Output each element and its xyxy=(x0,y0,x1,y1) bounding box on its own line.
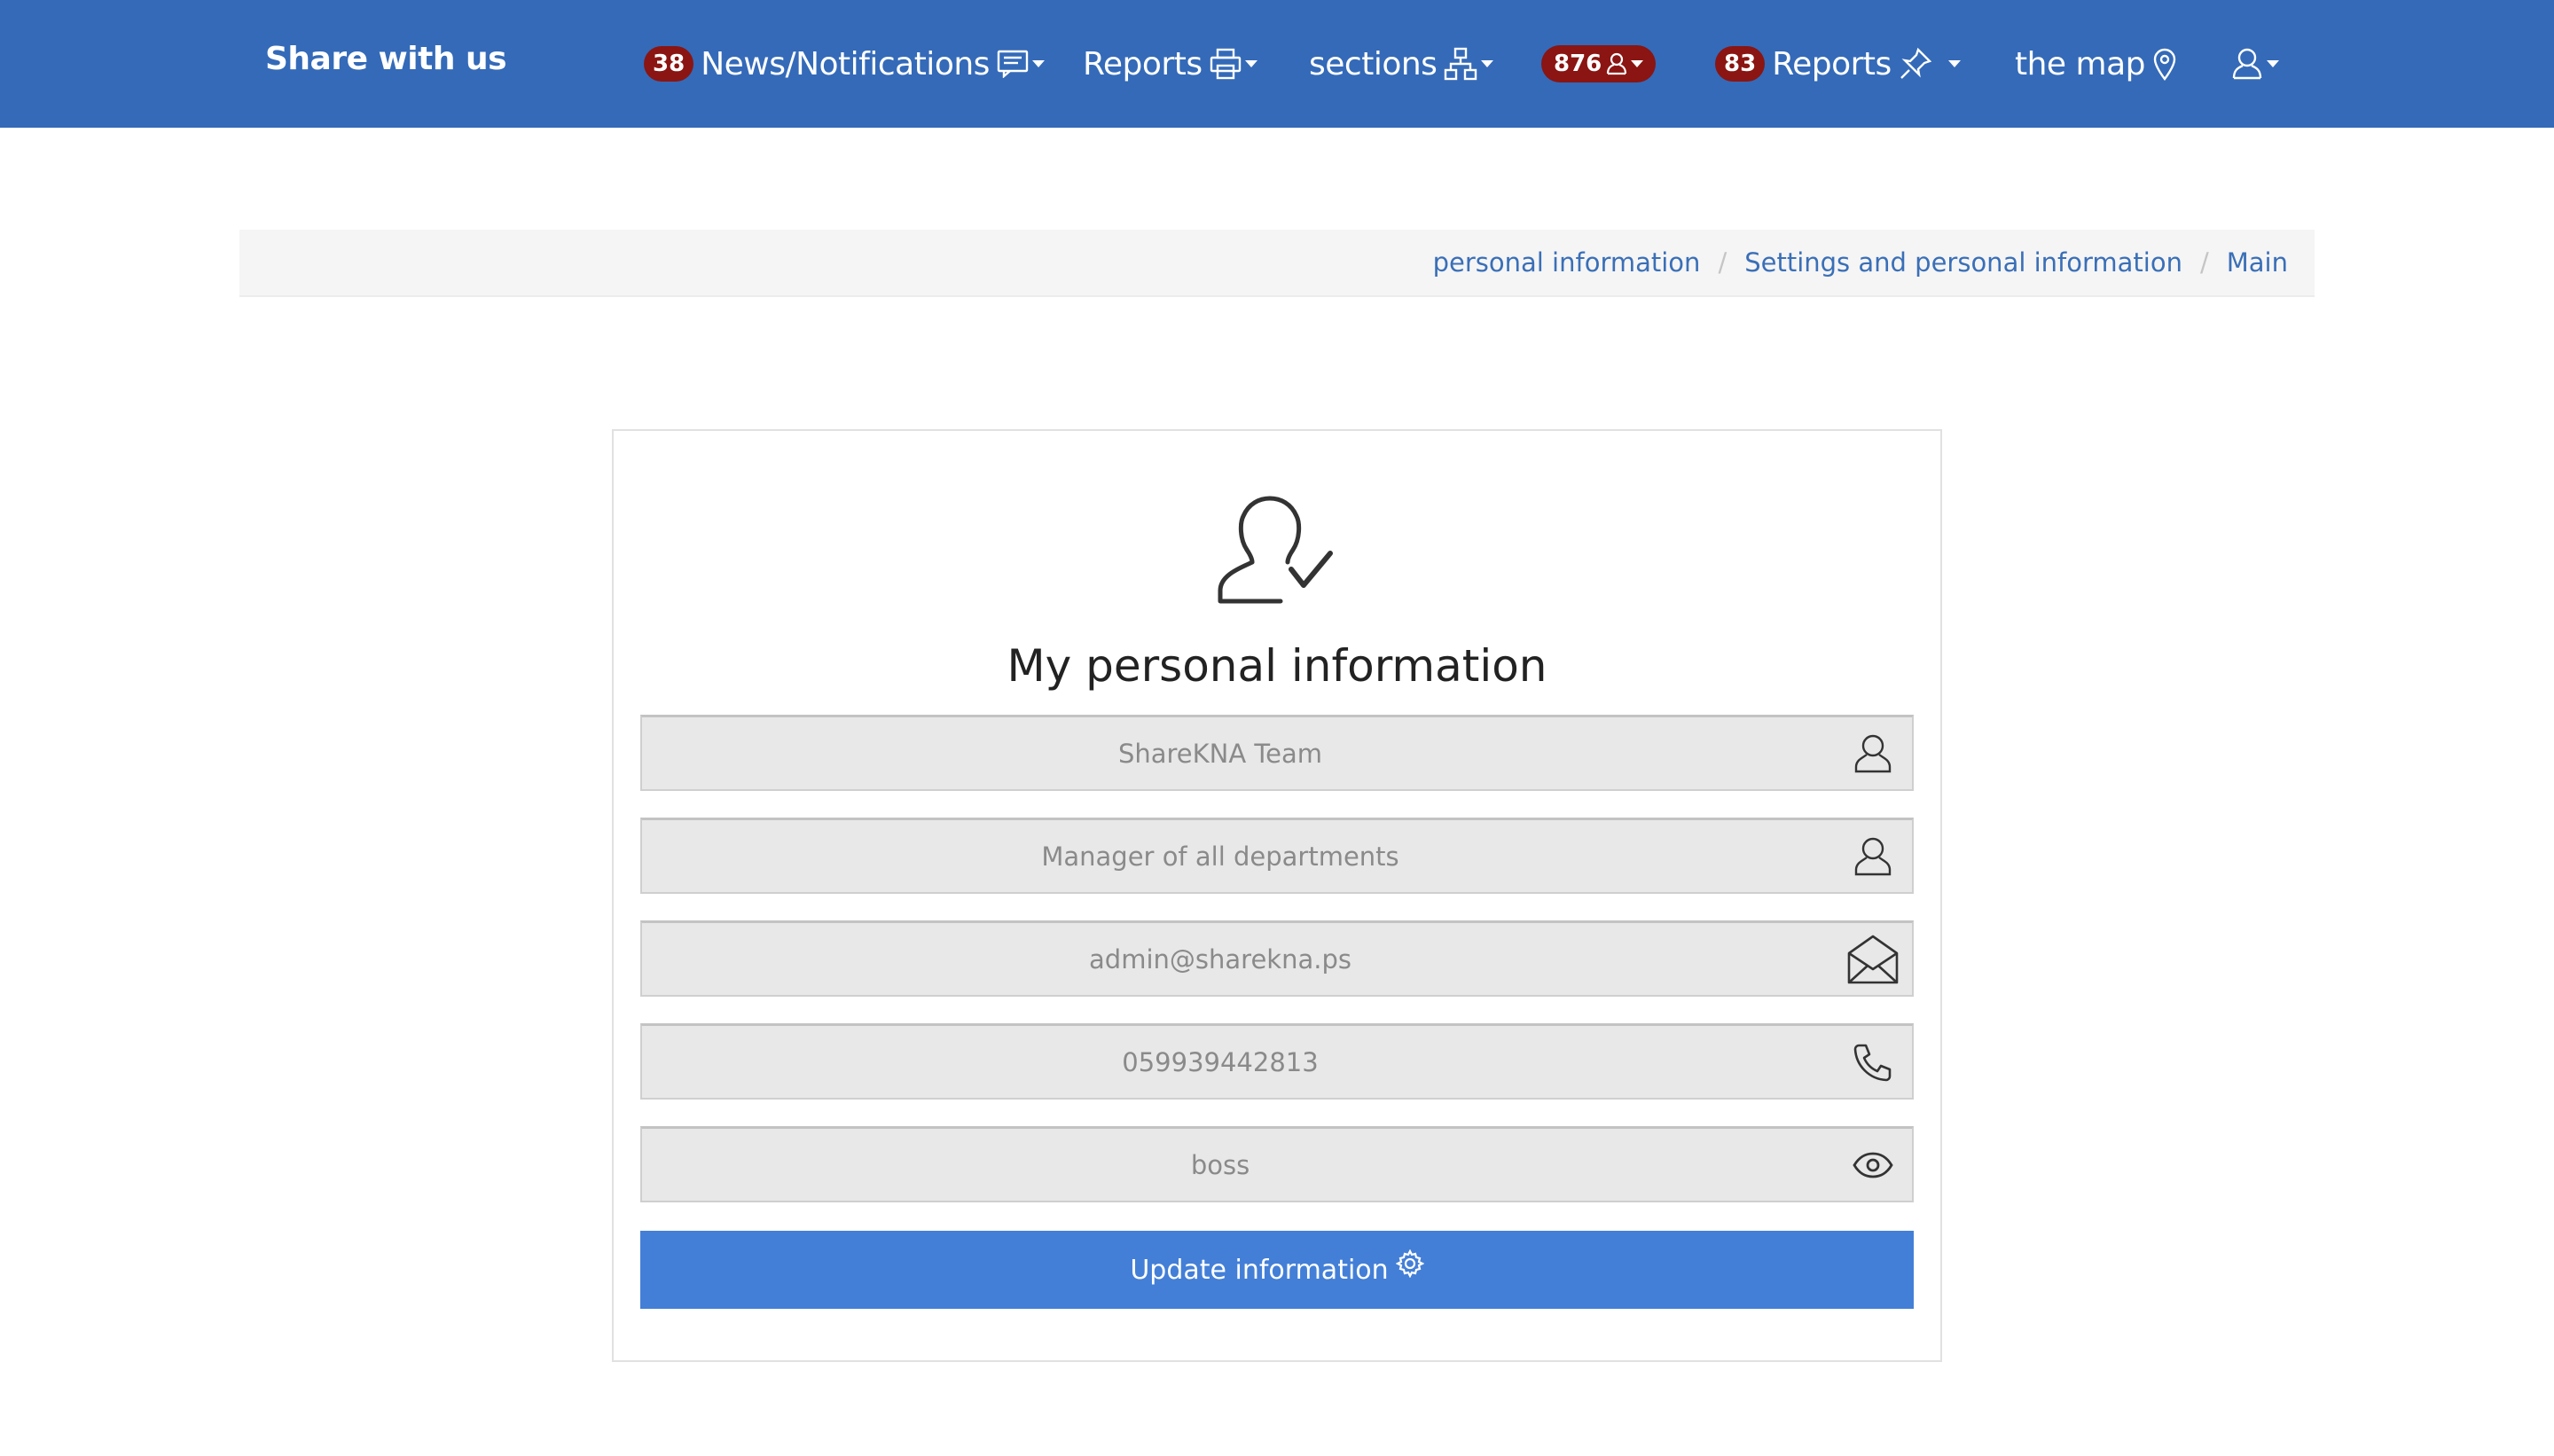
reports-count-badge: 83 xyxy=(1715,46,1766,82)
nav-sections[interactable]: sections xyxy=(1309,0,1494,128)
phone-input[interactable] xyxy=(642,1026,1912,1098)
gear-icon xyxy=(1395,1249,1424,1278)
nav-news-label: News/Notifications xyxy=(701,45,990,82)
phone-icon xyxy=(1845,1026,1901,1098)
nav-sections-label: sections xyxy=(1309,45,1438,82)
job-title-input[interactable] xyxy=(642,820,1912,892)
nav-news-notifications[interactable]: 38 News/Notifications xyxy=(644,0,1045,128)
breadcrumb-separator: / xyxy=(1718,247,1727,278)
job-title-field-wrapper xyxy=(640,818,1914,894)
chevron-down-icon xyxy=(1631,60,1644,67)
nav-account-menu[interactable] xyxy=(2231,0,2279,128)
breadcrumb-main[interactable]: Main xyxy=(2227,247,2288,278)
nav-reports-pin-label: Reports xyxy=(1772,45,1892,82)
user-icon xyxy=(1607,52,1627,75)
user-check-icon xyxy=(1217,493,1337,608)
chevron-down-icon xyxy=(1031,60,1045,67)
brand-title[interactable]: Share with us xyxy=(265,41,507,77)
nav-reports-pin[interactable]: 83 Reports xyxy=(1715,0,1961,128)
personal-info-card: My personal information Update informati… xyxy=(612,429,1942,1362)
users-count-badge: 876 xyxy=(1541,45,1657,82)
email-field-wrapper xyxy=(640,920,1914,997)
top-navbar: Share with us 38 News/Notifications Repo… xyxy=(0,0,2554,128)
update-information-button[interactable]: Update information xyxy=(640,1231,1914,1309)
breadcrumb: personal information / Settings and pers… xyxy=(239,230,2315,297)
envelope-icon xyxy=(1845,923,1901,995)
chevron-down-icon xyxy=(1481,60,1494,67)
nav-reports-print[interactable]: Reports xyxy=(1083,0,1257,128)
user-icon xyxy=(1845,717,1901,789)
user-icon xyxy=(1845,820,1901,892)
breadcrumb-list: personal information / Settings and pers… xyxy=(1433,230,2288,295)
chevron-down-icon xyxy=(2267,60,2279,67)
nav-map-label: the map xyxy=(2015,45,2146,82)
nav-users[interactable]: 876 xyxy=(1541,0,1663,128)
nav-reports-label: Reports xyxy=(1083,45,1203,82)
sitemap-icon xyxy=(1444,47,1477,81)
nav-map[interactable]: the map xyxy=(2015,0,2177,128)
breadcrumb-settings[interactable]: Settings and personal information xyxy=(1744,247,2182,278)
printer-icon xyxy=(1210,48,1242,80)
users-count: 876 xyxy=(1554,51,1602,77)
password-input[interactable] xyxy=(642,1129,1912,1201)
eye-icon[interactable] xyxy=(1845,1129,1901,1201)
map-marker-icon xyxy=(2152,47,2177,81)
password-field-wrapper xyxy=(640,1126,1914,1202)
user-icon xyxy=(2231,47,2263,81)
breadcrumb-separator: / xyxy=(2199,247,2209,278)
page-title: My personal information xyxy=(1007,640,1547,692)
chevron-down-icon xyxy=(1244,60,1257,67)
name-input[interactable] xyxy=(642,717,1912,789)
breadcrumb-personal-information[interactable]: personal information xyxy=(1433,247,1701,278)
news-count-badge: 38 xyxy=(644,46,694,82)
chevron-down-icon xyxy=(1947,60,1961,67)
update-button-label: Update information xyxy=(1130,1254,1389,1286)
pushpin-icon xyxy=(1899,47,1932,81)
phone-field-wrapper xyxy=(640,1023,1914,1100)
email-input[interactable] xyxy=(642,923,1912,995)
comment-icon xyxy=(997,50,1029,78)
name-field-wrapper xyxy=(640,715,1914,791)
